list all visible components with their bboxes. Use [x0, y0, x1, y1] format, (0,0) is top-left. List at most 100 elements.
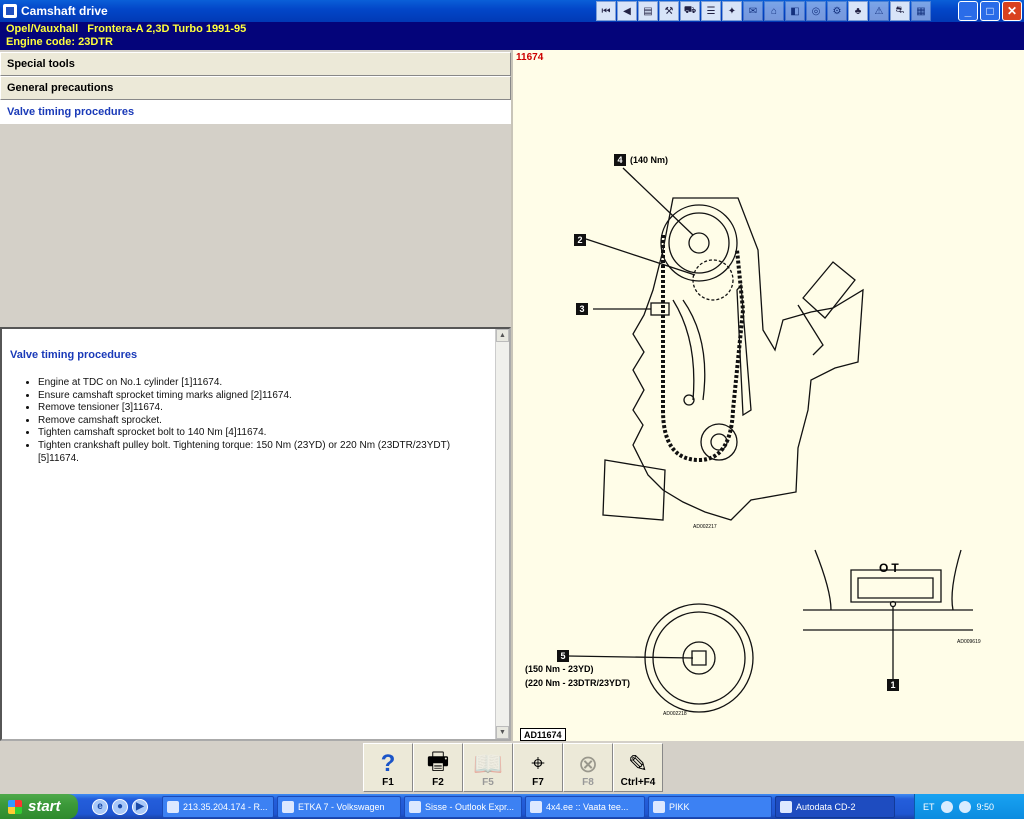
etka-icon — [282, 800, 294, 813]
diagram-code-pulley: AD002218 — [663, 711, 687, 717]
diagram-code-tdc: AD009619 — [957, 639, 981, 645]
maximize-button[interactable]: □ — [980, 1, 1000, 21]
list-item: Remove camshaft sprocket. — [38, 415, 488, 428]
toolbar: ⏮ ◀ ▤ ⚒ ⛟ ☰ ✦ ✉ ⌂ ◧ ◎ ⚙ ♣ ⚠ ⛐ ▦ — [596, 1, 931, 21]
minimize-button[interactable]: _ — [958, 1, 978, 21]
scroll-down-icon[interactable]: ▼ — [496, 726, 509, 739]
engine-code: Engine code: 23DTR — [6, 36, 113, 48]
task-autodata[interactable]: Autodata CD-2 — [775, 795, 895, 818]
window-title: Camshaft drive — [21, 4, 108, 18]
task-outlook[interactable]: Sisse - Outlook Expr... — [404, 795, 522, 818]
torque-label-5b: (220 Nm - 23DTR/23YDT) — [525, 678, 631, 688]
task-browser[interactable]: 4x4.ee :: Vaata tee... — [525, 795, 645, 818]
callout-2: 2 — [574, 234, 586, 246]
engine-icon[interactable]: ♣ — [848, 1, 868, 21]
prev-icon[interactable]: ◀ — [617, 1, 637, 21]
taskbar: start e ● ▶ 213.35.204.174 - R... ETKA 7… — [0, 794, 1024, 819]
remote-icon — [167, 800, 179, 813]
tyre-icon[interactable]: ◎ — [806, 1, 826, 21]
fkey-label: F5 — [482, 777, 494, 788]
content-panel: Valve timing procedures Engine at TDC on… — [0, 327, 511, 741]
note-icon[interactable]: ✉ — [743, 1, 763, 21]
callout-4: 4 — [614, 154, 626, 166]
ie-icon[interactable]: e — [92, 798, 108, 815]
autodata-icon — [780, 800, 792, 813]
windows-logo-icon — [8, 799, 22, 814]
wrench-icon[interactable]: ⚒ — [659, 1, 679, 21]
warning-icon[interactable]: ⚠ — [869, 1, 889, 21]
help-icon: ? — [380, 750, 396, 777]
diagram-label: AD11674 — [520, 728, 566, 741]
procedure-steps: Engine at TDC on No.1 cylinder [1]11674.… — [38, 377, 488, 465]
folder-icon — [653, 800, 665, 813]
torque-label-4: (140 Nm) — [630, 155, 669, 165]
diagram-ref: 11674 — [516, 52, 544, 63]
start-label: start — [28, 798, 61, 815]
gear-icon[interactable]: ⚙ — [827, 1, 847, 21]
list-item: Engine at TDC on No.1 cylinder [1]11674. — [38, 377, 488, 390]
fkey-label: F1 — [382, 777, 394, 788]
print-button[interactable]: 🖶 F2 — [413, 743, 463, 792]
book-icon[interactable]: ▤ — [638, 1, 658, 21]
car-icon[interactable]: ⛟ — [680, 1, 700, 21]
fkey-label: F7 — [532, 777, 544, 788]
list-item: Tighten crankshaft pulley bolt. Tighteni… — [38, 440, 488, 465]
list-item: Remove tensioner [3]11674. — [38, 402, 488, 415]
ie-icon — [530, 800, 542, 813]
section-special-tools[interactable]: Special tools — [0, 52, 511, 76]
scroll-up-icon[interactable]: ▲ — [496, 329, 509, 342]
list-item: Tighten camshaft sprocket bolt to 140 Nm… — [38, 427, 488, 440]
home-icon[interactable]: ⌂ — [764, 1, 784, 21]
help-button[interactable]: ? F1 — [363, 743, 413, 792]
system-tray: ET 9:50 — [914, 794, 1024, 819]
printer-icon: 🖶 — [426, 747, 450, 775]
fkey-label: F8 — [582, 777, 594, 788]
vertical-scrollbar[interactable]: ▲ ▼ — [495, 329, 509, 739]
fkey-label: F2 — [432, 777, 444, 788]
unzoom-icon: ⊗ — [577, 750, 599, 778]
diagram-panel: 11674 4 (140 Nm) 2 3 5 (150 Nm - 23YD) (… — [511, 50, 1024, 741]
timing-diagram — [567, 167, 973, 713]
title-bar: Camshaft drive ⏮ ◀ ▤ ⚒ ⛟ ☰ ✦ ✉ ⌂ ◧ ◎ ⚙ ♣… — [0, 0, 1024, 22]
function-bar: AD11674 ? F1 🖶 F2 📖 F5 ⌖ F7 ⊗ F8 ✎ Ctrl+… — [0, 728, 1024, 794]
language-indicator[interactable]: ET — [923, 802, 935, 812]
browser-icon[interactable]: ● — [112, 798, 128, 815]
close-button[interactable]: ✕ — [1002, 1, 1022, 21]
media-icon[interactable]: ▶ — [132, 798, 148, 815]
tools-icon[interactable]: ✦ — [722, 1, 742, 21]
grid-icon[interactable]: ▦ — [911, 1, 931, 21]
clock: 9:50 — [976, 801, 995, 812]
unzoom-button[interactable]: ⊗ F8 — [563, 743, 613, 792]
task-remote[interactable]: 213.35.204.174 - R... — [162, 795, 274, 818]
fkey-label: Ctrl+F4 — [620, 777, 656, 788]
first-icon[interactable]: ⏮ — [596, 1, 616, 21]
task-etka[interactable]: ETKA 7 - Volkswagen — [277, 795, 401, 818]
vehicle-header: Opel/Vauxhall Frontera-A 2,3D Turbo 1991… — [0, 22, 1024, 50]
outlook-icon — [409, 800, 421, 813]
book-button[interactable]: 📖 F5 — [463, 743, 513, 792]
list-item: Ensure camshaft sprocket timing marks al… — [38, 390, 488, 403]
zoom-icon: ⌖ — [531, 750, 545, 777]
volume-icon[interactable] — [958, 800, 971, 813]
book-icon: 📖 — [473, 750, 503, 778]
tdc-mark: OT — [879, 561, 902, 575]
content-heading: Valve timing procedures — [10, 349, 138, 361]
section-valve-timing[interactable]: Valve timing procedures — [0, 100, 511, 124]
callout-3: 3 — [576, 303, 588, 315]
diagram-code-main: AD002217 — [693, 524, 717, 530]
notes-icon: ✎ — [627, 750, 649, 778]
network-icon[interactable] — [940, 800, 953, 813]
car-small-icon[interactable]: ⛐ — [890, 1, 910, 21]
callout-5: 5 — [557, 650, 569, 662]
torque-label-5a: (150 Nm - 23YD) — [525, 664, 594, 674]
vehicle-model: Opel/Vauxhall Frontera-A 2,3D Turbo 1991… — [6, 23, 247, 35]
notes-button[interactable]: ✎ Ctrl+F4 — [613, 743, 663, 792]
zoom-button[interactable]: ⌖ F7 — [513, 743, 563, 792]
task-folder[interactable]: PIKK — [648, 795, 772, 818]
chart-icon[interactable]: ◧ — [785, 1, 805, 21]
section-general-precautions[interactable]: General precautions — [0, 76, 511, 100]
list-icon[interactable]: ☰ — [701, 1, 721, 21]
window-controls: _ □ ✕ — [958, 1, 1022, 21]
callout-1: 1 — [887, 679, 899, 691]
start-button[interactable]: start — [0, 794, 78, 819]
